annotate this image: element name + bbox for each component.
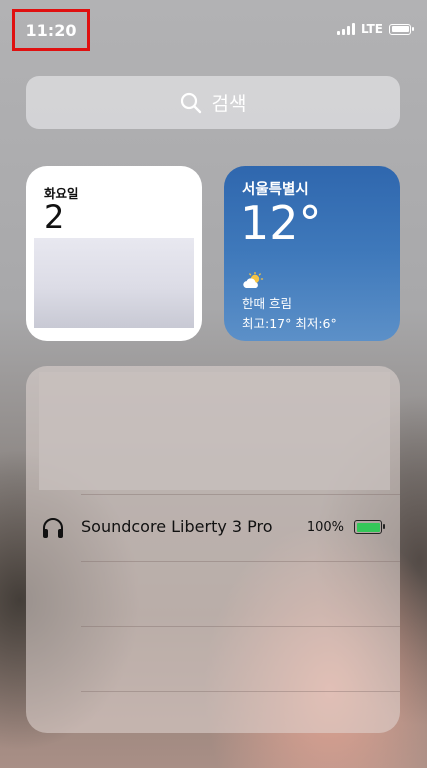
search-icon [180,92,201,113]
divider [81,561,400,562]
calendar-events-area [34,238,194,328]
device-battery-icon [354,520,385,534]
weather-condition: 한때 흐림 [242,296,292,311]
device-name: Soundcore Liberty 3 Pro [81,517,273,536]
network-type: LTE [360,22,383,36]
status-time: 11:20 [25,20,77,40]
partly-cloudy-icon [243,272,264,288]
batteries-device-slot-top [39,372,390,490]
headphones-icon [43,518,63,538]
calendar-widget[interactable]: 화요일 2 [26,166,202,341]
battery-percent: 100% [306,520,344,535]
battery-row: Soundcore Liberty 3 Pro 100% [26,497,400,561]
time-highlight-box: 11:20 [12,9,90,51]
weather-widget[interactable]: 서울특별시 12° 한때 흐림 최고:17° 최저:6° [224,166,400,341]
calendar-day: 2 [44,198,65,236]
divider [81,691,400,692]
divider [81,626,400,627]
search-bar[interactable]: 검색 [26,76,400,129]
search-label: 검색 [211,93,247,115]
divider [81,494,400,495]
status-indicators: LTE [336,22,414,36]
battery-icon [389,23,414,35]
status-bar: 11:20 LTE [0,0,427,62]
cellular-signal-icon [336,23,355,35]
weather-high-low: 최고:17° 최저:6° [242,316,337,331]
batteries-widget[interactable]: Soundcore Liberty 3 Pro 100% [26,366,400,733]
weather-temperature: 12° [240,196,322,250]
